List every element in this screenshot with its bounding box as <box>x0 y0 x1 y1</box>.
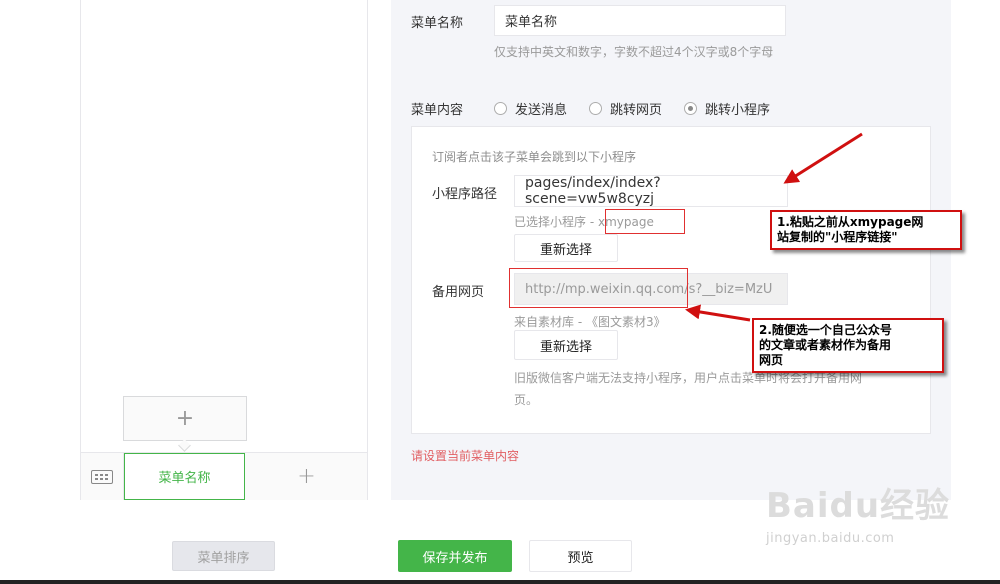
radio-label: 跳转小程序 <box>705 103 771 118</box>
callout-text: 网页 <box>759 353 784 367</box>
menu-preview-panel: + 菜单名称 + <box>80 0 368 500</box>
error-message: 请设置当前菜单内容 <box>411 449 520 463</box>
button-label: 菜单排序 <box>197 550 250 566</box>
menu-name-label: 菜单名称 <box>411 16 464 31</box>
submenu-arrow <box>178 439 191 452</box>
reselect-miniprogram-button[interactable]: 重新选择 <box>514 234 618 262</box>
backup-webpage-label: 备用网页 <box>432 285 485 300</box>
miniprogram-path-label: 小程序路径 <box>432 187 498 202</box>
annotation-callout-1: 1.粘贴之前从xmypage网 站复制的"小程序链接" <box>770 210 962 250</box>
plus-icon: + <box>175 406 195 431</box>
annotation-callout-2: 2.随便选一个自己公众号 的文章或者素材作为备用 网页 <box>752 318 944 373</box>
reselect-webpage-button[interactable]: 重新选择 <box>514 330 618 360</box>
callout-text: 2.随便选一个自己公众号 <box>759 323 892 337</box>
radio-checked-icon <box>684 102 697 115</box>
radio-icon <box>589 102 602 115</box>
radio-send-message[interactable]: 发送消息 <box>494 99 567 118</box>
preview-button[interactable]: 预览 <box>529 540 632 572</box>
button-label: 重新选择 <box>539 242 592 258</box>
button-label: 保存并发布 <box>422 550 488 566</box>
highlight-box-backup <box>509 268 688 308</box>
radio-jump-miniprogram[interactable]: 跳转小程序 <box>684 99 770 118</box>
radio-icon <box>494 102 507 115</box>
menu-name-input[interactable]: 菜单名称 <box>494 5 786 36</box>
highlight-box-miniprogram <box>605 209 685 234</box>
callout-text: 站复制的"小程序链接" <box>777 230 898 244</box>
menu-content-label: 菜单内容 <box>411 103 464 118</box>
keyboard-icon <box>91 469 113 484</box>
menu-name-tip: 仅支持中英文和数字，字数不超过4个汉字或8个字母 <box>494 45 774 59</box>
save-publish-button[interactable]: 保存并发布 <box>398 540 512 572</box>
miniprogram-path-value: pages/index/index?scene=vw5w8cyzj <box>525 175 661 207</box>
watermark-logo: Baidu经验 <box>766 486 951 526</box>
callout-text: 的文章或者素材作为备用 <box>759 338 892 352</box>
watermark-url: jingyan.baidu.com <box>766 531 895 546</box>
keyboard-toggle[interactable] <box>81 453 124 500</box>
miniprogram-intro: 订阅者点击该子菜单会跳到以下小程序 <box>432 150 637 164</box>
sort-menu-button[interactable]: 菜单排序 <box>172 541 275 571</box>
button-label: 预览 <box>567 550 594 566</box>
radio-label: 跳转网页 <box>610 103 663 118</box>
bottom-edge <box>0 580 1000 584</box>
miniprogram-path-input[interactable]: pages/index/index?scene=vw5w8cyzj <box>514 175 788 207</box>
menu-name-value: 菜单名称 <box>505 15 558 30</box>
backup-source-text: 来自素材库 - 《图文素材3》 <box>514 315 666 329</box>
add-menu-button[interactable]: + <box>246 453 367 500</box>
button-label: 重新选择 <box>539 339 592 355</box>
baidu-watermark: Baidu经验 jingyan.baidu.com <box>766 478 950 546</box>
old-client-tip-line2: 页。 <box>514 393 539 407</box>
plus-icon: + <box>297 464 316 489</box>
add-submenu-button[interactable]: + <box>123 396 247 452</box>
callout-text: 1.粘贴之前从xmypage网 <box>777 215 924 229</box>
menu-bar: 菜单名称 + <box>81 452 367 500</box>
radio-jump-webpage[interactable]: 跳转网页 <box>589 99 662 118</box>
menu-item-label: 菜单名称 <box>158 471 211 486</box>
radio-label: 发送消息 <box>515 103 568 118</box>
menu-item-current[interactable]: 菜单名称 <box>124 453 245 500</box>
